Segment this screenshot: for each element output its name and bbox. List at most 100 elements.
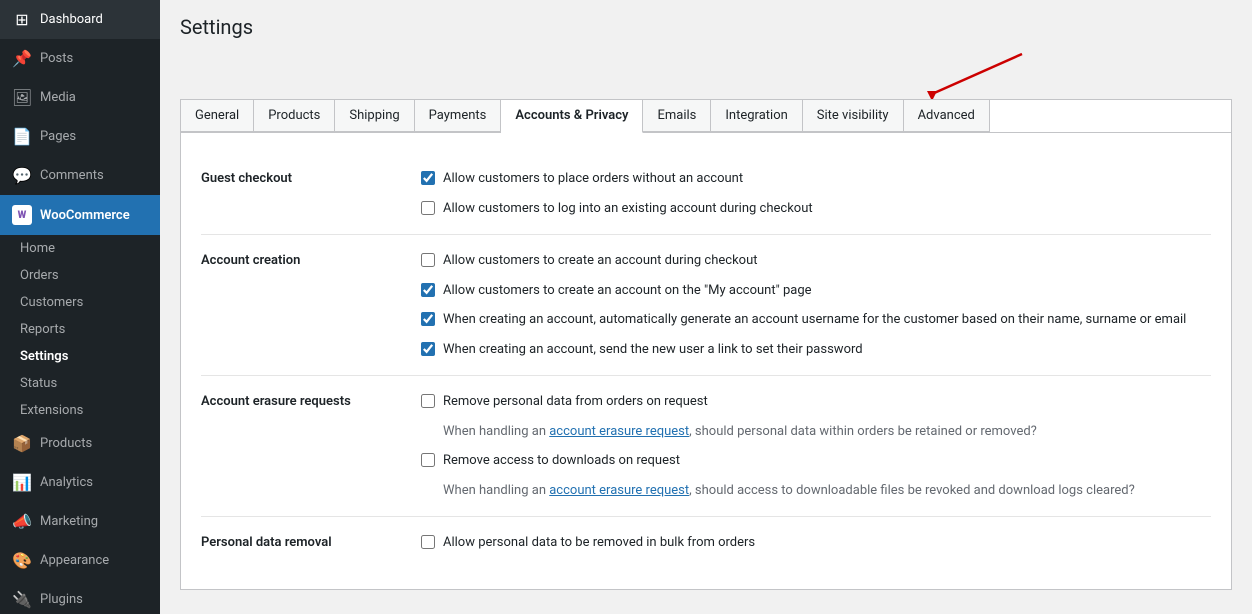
sidebar-label-dashboard: Dashboard [40, 12, 103, 27]
section-label-account-creation: Account creation [201, 251, 401, 359]
annotation-arrow [832, 49, 1032, 99]
tab-products[interactable]: Products [254, 100, 335, 132]
sidebar-item-woo-reports[interactable]: Reports [0, 316, 160, 343]
tabs-bar: General Products Shipping Payments Accou… [180, 99, 1232, 132]
sidebar-label-media: Media [40, 90, 76, 105]
label-send-password-link: When creating an account, send the new u… [443, 340, 863, 360]
checkbox-create-account-my-account[interactable] [421, 283, 435, 297]
label-bulk-remove-personal-data: Allow personal data to be removed in bul… [443, 533, 755, 553]
checkbox-login-during-checkout[interactable] [421, 201, 435, 215]
label-remove-downloads: Remove access to downloads on request [443, 451, 680, 471]
media-icon: 🖼 [12, 88, 32, 107]
tab-emails[interactable]: Emails [643, 100, 711, 132]
sidebar: ⊞ Dashboard 📌 Posts 🖼 Media 📄 Pages 💬 Co… [0, 0, 160, 614]
checkbox-remove-personal-data-orders[interactable] [421, 394, 435, 408]
sidebar-item-woo-orders[interactable]: Orders [0, 262, 160, 289]
help-text-erasure-downloads: When handling an account erasure request… [421, 481, 1211, 501]
checkbox-row-send-password-link: When creating an account, send the new u… [421, 340, 1211, 360]
settings-content: Guest checkout Allow customers to place … [180, 132, 1232, 590]
sidebar-item-comments[interactable]: 💬 Comments [0, 156, 160, 195]
products-icon: 📦 [12, 434, 32, 453]
label-create-account-my-account: Allow customers to create an account on … [443, 281, 812, 301]
checkbox-row-orders-without-account: Allow customers to place orders without … [421, 169, 1211, 189]
sidebar-label-marketing: Marketing [40, 514, 98, 529]
sidebar-label-comments: Comments [40, 168, 104, 183]
appearance-icon: 🎨 [12, 551, 32, 570]
sidebar-item-pages[interactable]: 📄 Pages [0, 117, 160, 156]
label-create-account-checkout: Allow customers to create an account dur… [443, 251, 758, 271]
page-header: Settings [160, 0, 1252, 49]
sidebar-item-dashboard[interactable]: ⊞ Dashboard [0, 0, 160, 39]
tab-shipping[interactable]: Shipping [335, 100, 414, 132]
section-controls-guest-checkout: Allow customers to place orders without … [421, 169, 1211, 218]
sidebar-item-woo-customers[interactable]: Customers [0, 289, 160, 316]
checkbox-bulk-remove-personal-data[interactable] [421, 535, 435, 549]
tab-advanced[interactable]: Advanced [904, 100, 990, 132]
sidebar-label-plugins: Plugins [40, 592, 83, 607]
checkbox-row-bulk-remove-personal-data: Allow personal data to be removed in bul… [421, 533, 1211, 553]
tab-integration[interactable]: Integration [711, 100, 802, 132]
plugins-icon: 🔌 [12, 590, 32, 609]
sidebar-item-media[interactable]: 🖼 Media [0, 78, 160, 117]
analytics-icon: 📊 [12, 473, 32, 492]
section-controls-account-creation: Allow customers to create an account dur… [421, 251, 1211, 359]
sidebar-item-woo-home[interactable]: Home [0, 235, 160, 262]
checkbox-row-remove-downloads: Remove access to downloads on request [421, 451, 1211, 471]
arrow-annotation [180, 49, 1232, 99]
marketing-icon: 📣 [12, 512, 32, 531]
sidebar-label-analytics: Analytics [40, 475, 93, 490]
section-label-account-erasure: Account erasure requests [201, 392, 401, 500]
sidebar-item-marketing[interactable]: 📣 Marketing [0, 502, 160, 541]
section-controls-personal-data-removal: Allow personal data to be removed in bul… [421, 533, 1211, 553]
section-personal-data-removal: Personal data removal Allow personal dat… [201, 517, 1211, 569]
checkbox-row-create-account-my-account: Allow customers to create an account on … [421, 281, 1211, 301]
sidebar-item-plugins[interactable]: 🔌 Plugins [0, 580, 160, 614]
section-label-personal-data-removal: Personal data removal [201, 533, 401, 553]
woocommerce-label: WooCommerce [40, 208, 130, 223]
checkbox-row-login-during-checkout: Allow customers to log into an existing … [421, 199, 1211, 219]
checkbox-create-account-checkout[interactable] [421, 253, 435, 267]
sidebar-label-posts: Posts [40, 51, 73, 66]
help-text-erasure-orders: When handling an account erasure request… [421, 422, 1211, 442]
main-content: Settings General Products Shipping Payme… [160, 0, 1252, 614]
pages-icon: 📄 [12, 127, 32, 146]
label-orders-without-account: Allow customers to place orders without … [443, 169, 743, 189]
tab-accounts-privacy[interactable]: Accounts & Privacy [501, 100, 643, 133]
checkbox-row-auto-generate-username: When creating an account, automatically … [421, 310, 1211, 330]
tab-general[interactable]: General [181, 100, 254, 132]
checkbox-remove-downloads[interactable] [421, 453, 435, 467]
label-login-during-checkout: Allow customers to log into an existing … [443, 199, 813, 219]
sidebar-item-woocommerce[interactable]: W WooCommerce [0, 195, 160, 235]
checkbox-row-remove-personal-data-orders: Remove personal data from orders on requ… [421, 392, 1211, 412]
checkbox-send-password-link[interactable] [421, 342, 435, 356]
woo-icon: W [12, 205, 32, 225]
section-account-creation: Account creation Allow customers to crea… [201, 235, 1211, 376]
checkbox-orders-without-account[interactable] [421, 171, 435, 185]
label-auto-generate-username: When creating an account, automatically … [443, 310, 1186, 330]
page-title: Settings [180, 15, 1232, 39]
dashboard-icon: ⊞ [12, 10, 32, 29]
sidebar-label-pages: Pages [40, 129, 76, 144]
sidebar-item-posts[interactable]: 📌 Posts [0, 39, 160, 78]
link-erasure-orders[interactable]: account erasure request [549, 424, 689, 439]
sidebar-label-appearance: Appearance [40, 553, 109, 568]
sidebar-item-woo-extensions[interactable]: Extensions [0, 397, 160, 424]
sidebar-item-appearance[interactable]: 🎨 Appearance [0, 541, 160, 580]
comments-icon: 💬 [12, 166, 32, 185]
sidebar-item-analytics[interactable]: 📊 Analytics [0, 463, 160, 502]
link-erasure-downloads[interactable]: account erasure request [549, 483, 689, 498]
section-label-guest-checkout: Guest checkout [201, 169, 401, 218]
sidebar-item-woo-status[interactable]: Status [0, 370, 160, 397]
sidebar-item-woo-settings[interactable]: Settings [0, 343, 160, 370]
label-remove-personal-data-orders: Remove personal data from orders on requ… [443, 392, 708, 412]
posts-icon: 📌 [12, 49, 32, 68]
checkbox-auto-generate-username[interactable] [421, 312, 435, 326]
tab-site-visibility[interactable]: Site visibility [803, 100, 904, 132]
section-guest-checkout: Guest checkout Allow customers to place … [201, 153, 1211, 235]
sidebar-item-products[interactable]: 📦 Products [0, 424, 160, 463]
tab-payments[interactable]: Payments [415, 100, 502, 132]
section-account-erasure: Account erasure requests Remove personal… [201, 376, 1211, 517]
sidebar-label-products: Products [40, 436, 92, 451]
checkbox-row-create-account-checkout: Allow customers to create an account dur… [421, 251, 1211, 271]
section-controls-account-erasure: Remove personal data from orders on requ… [421, 392, 1211, 500]
